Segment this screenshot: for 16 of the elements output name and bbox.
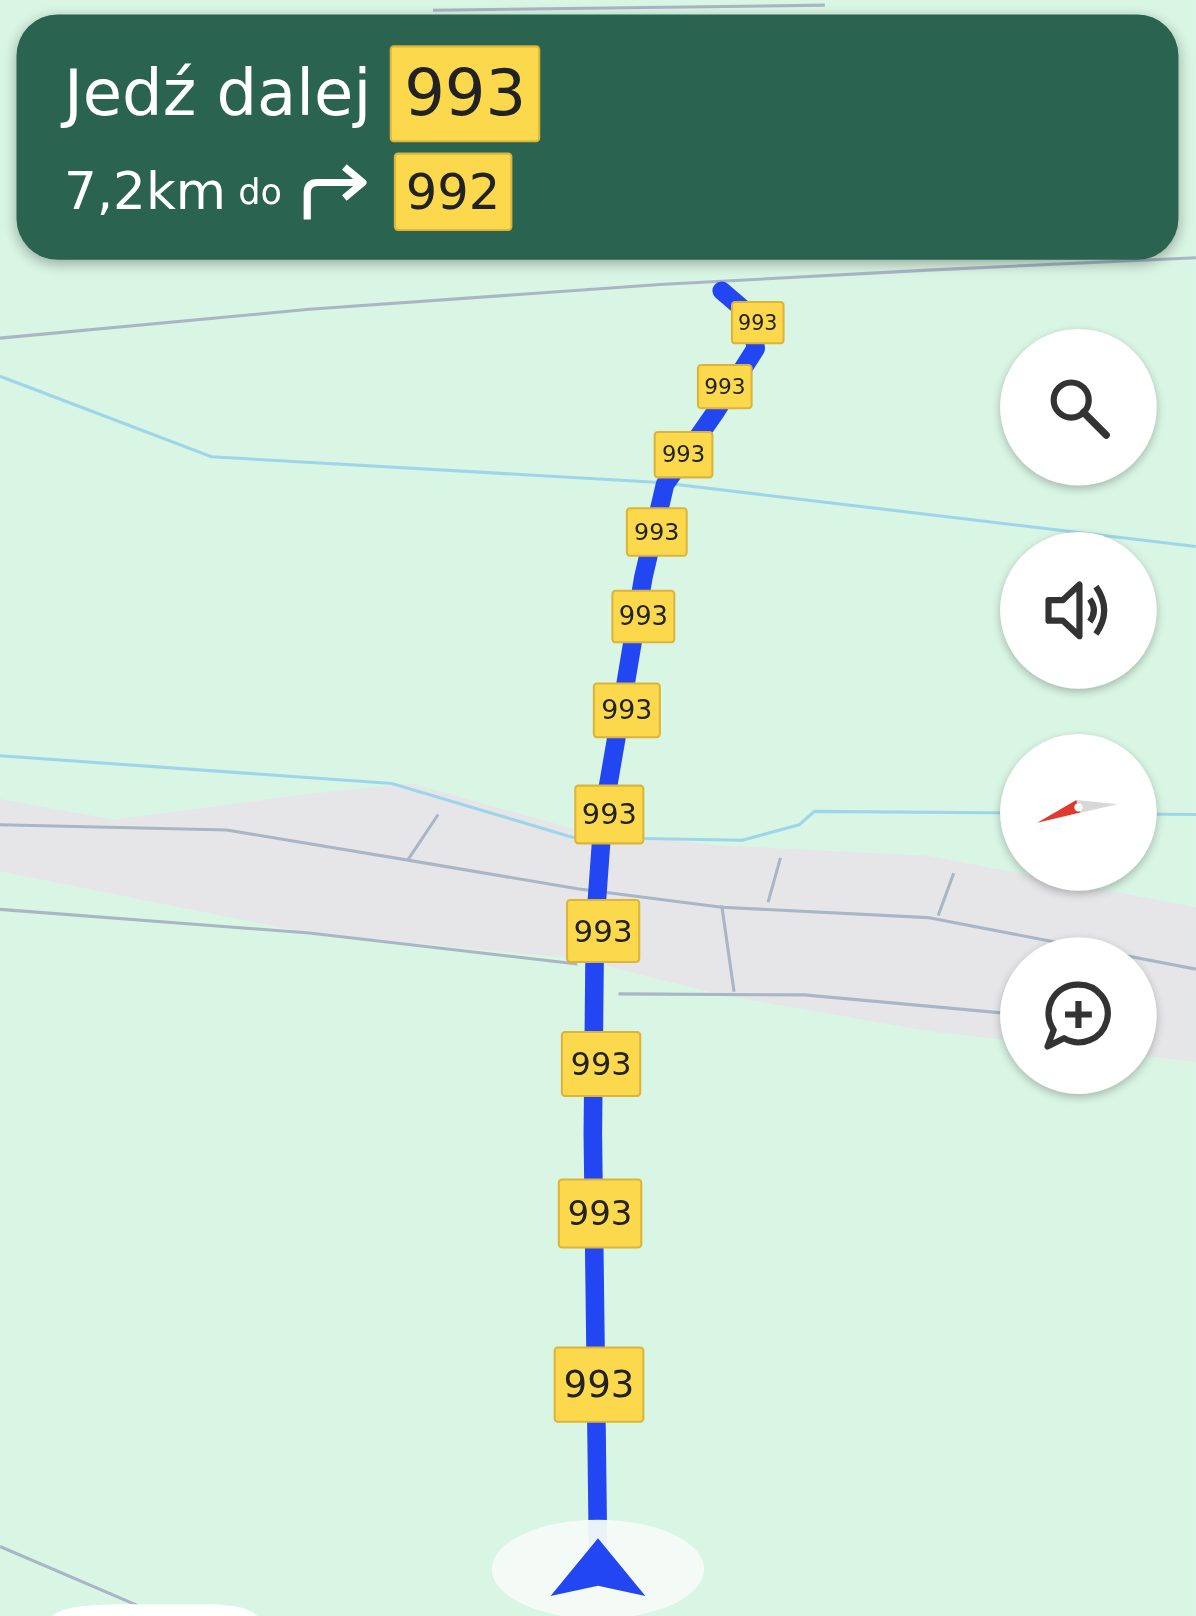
route-shield: 993	[553, 1346, 645, 1423]
distance-text: 7,2km	[63, 161, 226, 222]
connector-text: do	[238, 171, 283, 213]
route-shield: 993	[611, 589, 676, 644]
route-shield: 993	[696, 363, 753, 410]
route-shield: 993	[560, 1031, 642, 1097]
route-shield: 993	[574, 784, 645, 845]
route-shield: 993	[592, 682, 661, 739]
location-puck-icon	[491, 1519, 705, 1616]
road-shield: 992	[393, 152, 513, 231]
route-shield: 993	[625, 507, 688, 557]
route-shield: 993	[653, 430, 714, 479]
route-shield: 993	[731, 301, 785, 345]
road-shield: 993	[389, 45, 541, 143]
route-shield: 993	[566, 899, 641, 963]
route-shield: 993	[557, 1178, 643, 1249]
